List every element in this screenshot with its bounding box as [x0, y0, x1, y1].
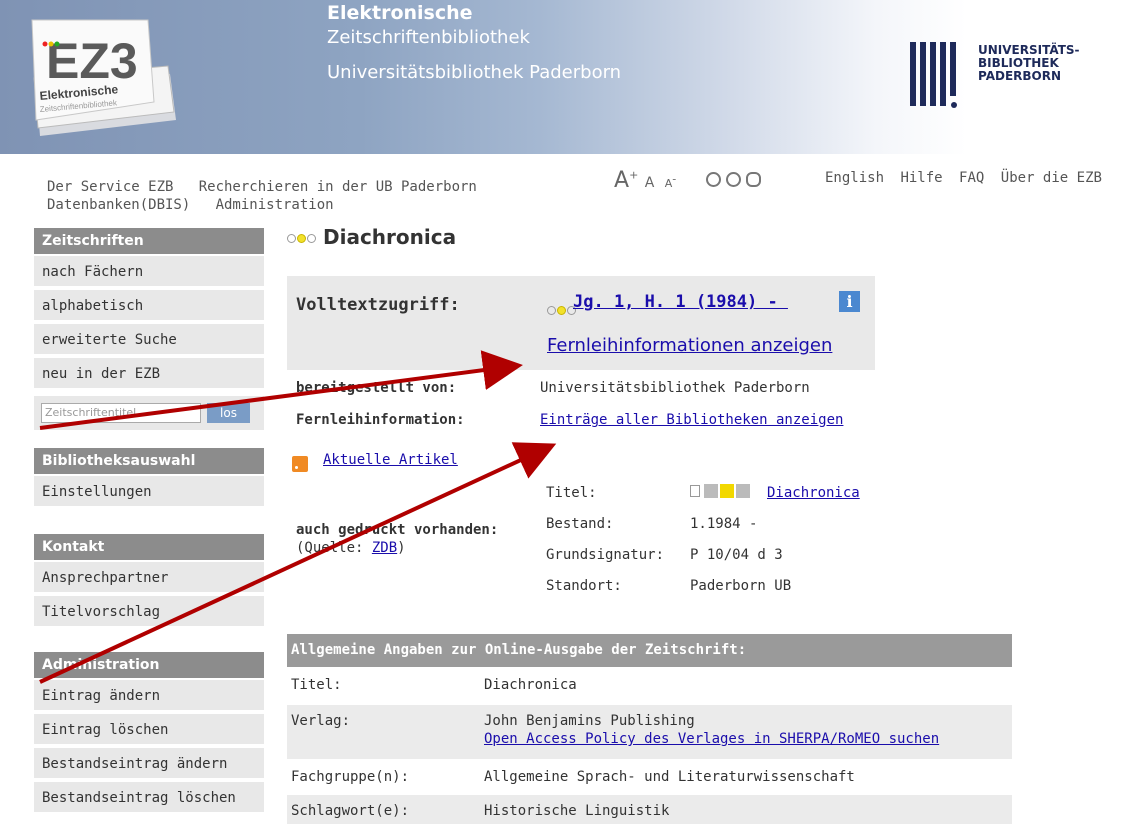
faq-link[interactable]: FAQ	[959, 170, 984, 186]
print-source: (Quelle: ZDB)	[296, 540, 406, 556]
site-header: EZ3 Elektronische Zeitschriftenbibliothe…	[0, 0, 1124, 154]
bookmark-icon[interactable]	[746, 172, 761, 187]
sidebar-head-kontakt: Kontakt	[34, 534, 264, 560]
sidebar-head-bibliotheksauswahl: Bibliotheksauswahl	[34, 448, 264, 474]
print-source-prefix: (Quelle:	[296, 540, 372, 556]
sidebar-item-ansprechpartner[interactable]: Ansprechpartner	[34, 562, 264, 594]
print-icon[interactable]	[706, 172, 721, 187]
print-title-link[interactable]: Diachronica	[767, 485, 860, 501]
sidebar-item-titelvorschlag[interactable]: Titelvorschlag	[34, 596, 264, 628]
table-key: Schlagwort(e):	[291, 803, 410, 819]
sidebar-item-erweiterte-suche[interactable]: erweiterte Suche	[34, 324, 264, 356]
search-button[interactable]: los	[207, 403, 250, 423]
sidebar-item-bestandseintrag-loeschen[interactable]: Bestandseintrag löschen	[34, 782, 264, 814]
print-value-bestand: 1.1984 -	[690, 516, 758, 532]
sherpa-romeo-link[interactable]: Open Access Policy des Verlages in SHERP…	[484, 731, 939, 747]
print-value-grundsignatur: P 10/04 d 3	[690, 547, 783, 563]
sidebar-head-zeitschriften: Zeitschriften	[34, 228, 264, 254]
status-grey-icon	[704, 484, 718, 498]
sidebar-item-nach-faechern[interactable]: nach Fächern	[34, 256, 264, 288]
print-key-grundsignatur: Grundsignatur:	[546, 547, 665, 563]
font-decrease-button[interactable]: A-	[665, 172, 677, 190]
font-increase-button[interactable]: A+	[614, 168, 638, 193]
header-title-line3: Universitätsbibliothek Paderborn	[327, 62, 622, 83]
bereitgestellt-label: bereitgestellt von:	[296, 380, 457, 396]
ub-paderborn-logo[interactable]: UNIVERSITÄTS- BIBLIOTHEK PADERBORN	[908, 42, 1118, 112]
ub-logo-line3: PADERBORN	[978, 69, 1062, 83]
sidebar-item-bestandseintrag-aendern[interactable]: Bestandseintrag ändern	[34, 748, 264, 780]
top-navigation: Der Service EZB Recherchieren in der UB …	[47, 178, 477, 214]
hilfe-link[interactable]: Hilfe	[900, 170, 942, 186]
general-info-header: Allgemeine Angaben zur Online-Ausgabe de…	[287, 634, 1012, 667]
print-key-standort: Standort:	[546, 578, 622, 594]
ezb-logo[interactable]: EZ3 Elektronische Zeitschriftenbibliothe…	[28, 16, 178, 140]
fernleihinformationen-link[interactable]: Fernleihinformationen anzeigen	[547, 335, 832, 356]
sidebar-item-neu-in-ezb[interactable]: neu in der EZB	[34, 358, 264, 390]
info-icon[interactable]: i	[839, 291, 860, 312]
availability-dots-icon	[287, 228, 317, 247]
print-source-suffix: )	[397, 540, 406, 556]
bereitgestellt-value: Universitätsbibliothek Paderborn	[540, 380, 810, 396]
sidebar-item-einstellungen[interactable]: Einstellungen	[34, 476, 264, 508]
sidebar-item-alphabetisch[interactable]: alphabetisch	[34, 290, 264, 322]
language-help-links: English Hilfe FAQ Über die EZB	[825, 170, 1110, 186]
english-link[interactable]: English	[825, 170, 884, 186]
print-key-titel: Titel:	[546, 485, 597, 501]
print-key-bestand: Bestand:	[546, 516, 614, 532]
status-grey-icon-2	[736, 484, 750, 498]
table-value: Diachronica	[484, 677, 577, 693]
zdb-link[interactable]: ZDB	[372, 540, 397, 556]
table-row: Titel: Diachronica	[287, 667, 1012, 705]
table-key: Fachgruppe(n):	[291, 769, 410, 785]
topnav-line1[interactable]: Der Service EZB Recherchieren in der UB …	[47, 179, 477, 195]
sidebar-item-eintrag-loeschen[interactable]: Eintrag löschen	[34, 714, 264, 746]
logo-ez3-text: EZ3	[46, 33, 138, 89]
eintraege-aller-bibliotheken-link[interactable]: Einträge aller Bibliotheken anzeigen	[540, 412, 843, 428]
rss-icon[interactable]	[292, 456, 308, 472]
journal-search-input[interactable]: Zeitschriftentitel	[41, 403, 201, 423]
sidebar-head-administration: Administration	[34, 652, 264, 678]
copy-icon	[690, 485, 700, 497]
volltext-label: Volltextzugriff:	[296, 295, 460, 315]
table-row: Schlagwort(e): Historische Linguistik	[287, 795, 1012, 824]
table-key: Verlag:	[291, 713, 351, 729]
header-title-line2: Zeitschriftenbibliothek	[327, 27, 530, 48]
volltext-link[interactable]: Jg. 1, H. 1 (1984) -	[573, 292, 788, 312]
mail-icon[interactable]	[726, 172, 741, 187]
table-row: Fachgruppe(n): Allgemeine Sprach- und Li…	[287, 759, 1012, 795]
page-title: Diachronica	[323, 225, 457, 249]
header-title-line1: Elektronische	[327, 2, 473, 24]
print-value-standort: Paderborn UB	[690, 578, 792, 594]
sidebar-item-eintrag-aendern[interactable]: Eintrag ändern	[34, 680, 264, 712]
fernleih-label: Fernleihinformation:	[296, 412, 465, 428]
table-value: Historische Linguistik	[484, 803, 670, 819]
table-value: Allgemeine Sprach- und Literaturwissensc…	[484, 769, 855, 785]
font-normal-button[interactable]: A	[645, 175, 655, 191]
aktuelle-artikel-link[interactable]: Aktuelle Artikel	[323, 452, 458, 468]
status-yellow-icon	[720, 484, 734, 498]
table-value: John Benjamins Publishing	[484, 713, 695, 729]
table-row: Verlag: John Benjamins Publishing Open A…	[287, 705, 1012, 759]
print-label: auch gedruckt vorhanden:	[296, 522, 499, 538]
ueber-ezb-link[interactable]: Über die EZB	[1001, 170, 1102, 186]
table-key: Titel:	[291, 677, 342, 693]
topnav-line2[interactable]: Datenbanken(DBIS) Administration	[47, 197, 334, 213]
